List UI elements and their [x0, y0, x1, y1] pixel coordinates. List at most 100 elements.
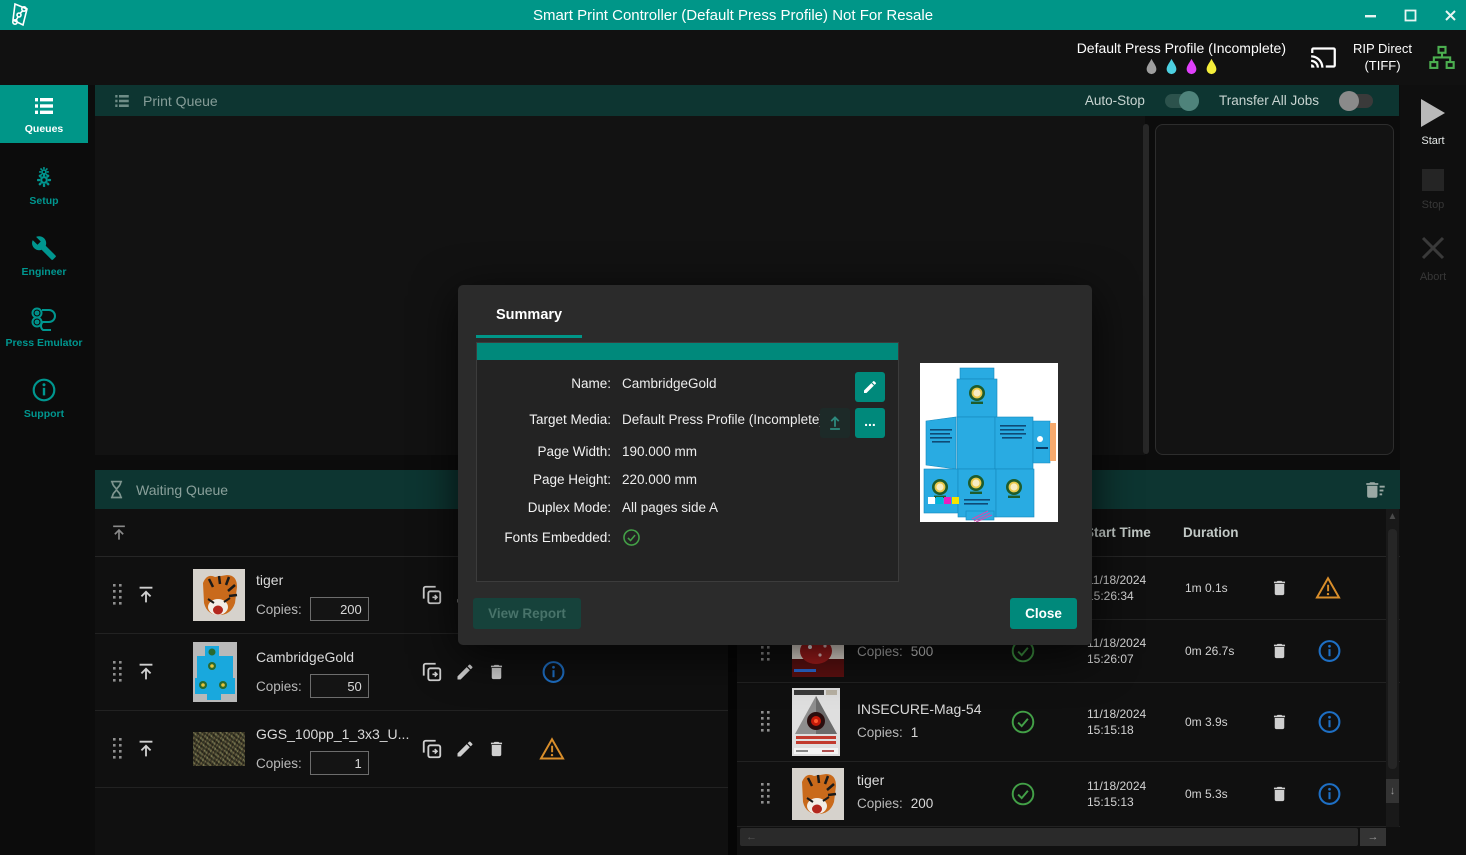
job-preview-thumbnail: [920, 363, 1058, 522]
upload-media-button[interactable]: [820, 408, 850, 438]
stop-icon: [1422, 169, 1444, 191]
edit-name-button[interactable]: [855, 372, 885, 402]
title-bar: Smart Print Controller (Default Press Pr…: [0, 0, 1466, 30]
drag-handle-icon[interactable]: [760, 782, 772, 806]
maximize-button[interactable]: [1402, 7, 1418, 23]
edit-job-icon[interactable]: [455, 662, 475, 682]
setup-icon: [31, 164, 57, 190]
scroll-right-arrow-icon[interactable]: →: [1360, 828, 1386, 846]
drag-handle-icon[interactable]: [112, 660, 124, 684]
job-name: INSECURE-Mag-54: [857, 701, 981, 717]
app-logo-icon: [6, 1, 34, 29]
summary-panel-header-strip: [477, 343, 898, 360]
play-icon: [1421, 99, 1445, 127]
delete-job-icon[interactable]: [1270, 712, 1289, 733]
delete-job-icon[interactable]: [487, 739, 506, 760]
sidebar: Queues Setup: [0, 85, 88, 855]
copies-label: Copies:: [256, 679, 302, 694]
sidebar-item-press-emulator[interactable]: Press Emulator: [0, 298, 88, 356]
drag-handle-icon[interactable]: [760, 710, 772, 734]
job-success-icon: [1010, 781, 1036, 807]
browse-media-button[interactable]: ...: [855, 408, 885, 438]
transfer-all-jobs-toggle[interactable]: [1339, 94, 1373, 108]
upload-icon: [826, 414, 844, 432]
ink-levels: [1145, 58, 1218, 75]
job-warning-icon[interactable]: [1315, 576, 1341, 600]
clear-queue-icon[interactable]: [1362, 479, 1386, 501]
job-start-time: 11/18/202415:26:07: [1087, 635, 1146, 667]
close-window-button[interactable]: [1442, 7, 1458, 23]
waiting-job-row[interactable]: CambridgeGold Copies:: [95, 634, 728, 711]
job-duration: 0m 5.3s: [1185, 787, 1228, 801]
sidebar-item-engineer[interactable]: Engineer: [0, 227, 88, 285]
start-button[interactable]: Start: [1421, 99, 1445, 147]
waiting-job-row[interactable]: GGS_100pp_1_3x3_U... Copies:: [95, 711, 728, 788]
press-emulator-icon: [29, 306, 59, 332]
delete-job-icon[interactable]: [1270, 578, 1289, 599]
copies-input[interactable]: [310, 751, 369, 775]
ink-droplet-m-icon: [1185, 58, 1198, 75]
job-info-icon[interactable]: [541, 660, 566, 685]
completed-job-row[interactable]: tiger Copies:200 11/18/202415:15:13 0m 5…: [737, 762, 1400, 827]
action-rail: Start Stop Abort: [1400, 85, 1466, 855]
copies-input[interactable]: [310, 597, 369, 621]
abort-button: Abort: [1418, 233, 1448, 283]
job-info-icon[interactable]: [1317, 710, 1342, 735]
ink-droplet-c-icon: [1165, 58, 1178, 75]
job-summary-dialog: Summary Name: CambridgeGold Target Media…: [458, 285, 1092, 645]
target-media-label: Target Media:: [477, 412, 611, 427]
move-to-top-icon[interactable]: [135, 661, 157, 683]
col-duration: Duration: [1183, 525, 1239, 540]
print-queue-scrollbar[interactable]: [1143, 124, 1149, 454]
scroll-up-arrow-icon[interactable]: ▲: [1386, 511, 1399, 522]
press-profile-status: Default Press Profile (Incomplete): [1077, 40, 1286, 75]
minimize-button[interactable]: [1362, 7, 1378, 23]
sidebar-item-setup[interactable]: Setup: [0, 156, 88, 214]
job-info-icon[interactable]: [1317, 639, 1342, 664]
drag-handle-icon[interactable]: [112, 737, 124, 761]
move-to-top-icon[interactable]: [135, 738, 157, 760]
window-title: Smart Print Controller (Default Press Pr…: [0, 7, 1466, 24]
app-window: Smart Print Controller (Default Press Pr…: [0, 0, 1466, 855]
job-start-time: 11/18/202415:15:18: [1087, 706, 1146, 738]
hourglass-icon: [109, 480, 124, 499]
status-bar: Default Press Profile (Incomplete) RIP D…: [0, 30, 1466, 85]
duplicate-job-icon[interactable]: [421, 584, 443, 606]
job-warning-icon[interactable]: [539, 737, 565, 761]
sidebar-item-queues[interactable]: Queues: [0, 85, 88, 143]
job-thumbnail: [193, 732, 245, 766]
move-to-top-icon[interactable]: [135, 584, 157, 606]
scroll-left-arrow-icon[interactable]: ←: [746, 831, 757, 843]
delete-job-icon[interactable]: [1270, 784, 1289, 805]
sidebar-item-support[interactable]: Support: [0, 369, 88, 427]
copies-label: Copies:: [256, 602, 302, 617]
close-dialog-button[interactable]: Close: [1010, 598, 1077, 629]
delete-job-icon[interactable]: [487, 662, 506, 683]
duplicate-job-icon[interactable]: [421, 738, 443, 760]
page-width-label: Page Width:: [477, 444, 611, 459]
job-duration: 1m 0.1s: [1185, 581, 1228, 595]
job-info-icon[interactable]: [1317, 782, 1342, 807]
move-all-to-top-icon[interactable]: [109, 523, 129, 543]
stop-button: Stop: [1422, 169, 1445, 211]
job-thumbnail: [792, 768, 844, 820]
completed-job-row[interactable]: INSECURE-Mag-54 Copies:1 11/18/202415:15…: [737, 683, 1400, 762]
drag-handle-icon[interactable]: [112, 583, 124, 607]
cast-icon[interactable]: [1310, 44, 1337, 71]
edit-job-icon[interactable]: [455, 739, 475, 759]
auto-stop-toggle[interactable]: [1165, 94, 1199, 108]
job-duration: 0m 26.7s: [1185, 644, 1234, 658]
job-start-time: 11/18/202415:26:34: [1087, 572, 1146, 604]
delete-job-icon[interactable]: [1270, 641, 1289, 662]
job-success-icon: [1010, 709, 1036, 735]
tab-summary[interactable]: Summary: [476, 307, 582, 338]
completed-queue-vertical-scrollbar[interactable]: ▲ ↓: [1386, 509, 1399, 827]
summary-panel: Name: CambridgeGold Target Media: Defaul…: [476, 342, 899, 582]
duplicate-job-icon[interactable]: [421, 661, 443, 683]
network-icon[interactable]: [1428, 44, 1456, 72]
completed-queue-horizontal-scrollbar[interactable]: ←: [740, 828, 1358, 846]
copies-input[interactable]: [310, 674, 369, 698]
page-height-value: 220.000 mm: [622, 472, 697, 487]
scroll-down-arrow-icon[interactable]: ↓: [1386, 779, 1399, 803]
engineer-icon: [31, 235, 57, 261]
